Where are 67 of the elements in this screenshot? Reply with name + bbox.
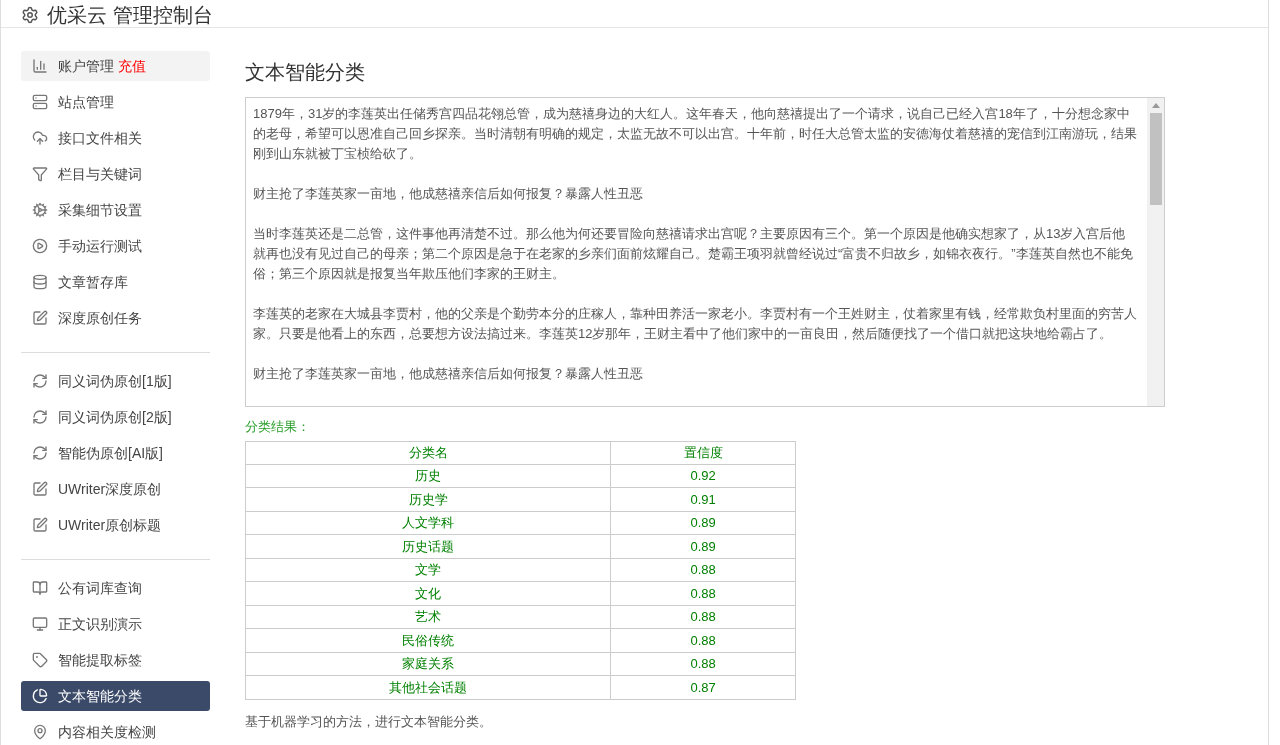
table-cell: 0.92 (610, 464, 796, 488)
description-text: 基于机器学习的方法，进行文本智能分类。 (245, 712, 493, 731)
table-cell: 历史 (245, 464, 611, 488)
table-cell: 历史话题 (245, 534, 611, 558)
filter-icon (32, 166, 48, 182)
table-cell: 0.89 (610, 511, 796, 535)
sidebar-item[interactable]: UWriter原创标题 (21, 510, 210, 540)
sidebar-item[interactable]: 站点管理 (21, 87, 210, 117)
table-cell: 0.88 (610, 581, 796, 605)
refresh-icon (32, 445, 48, 461)
pin-icon (32, 724, 48, 740)
sidebar-item[interactable]: 文本智能分类 (21, 681, 210, 711)
sidebar-item[interactable]: 同义词伪原创[2版] (21, 402, 210, 432)
table-cell: 历史学 (245, 487, 611, 511)
refresh-icon (32, 373, 48, 389)
scrollbar[interactable] (1147, 98, 1164, 406)
tag-icon (32, 652, 48, 668)
sidebar-item[interactable]: 文章暂存库 (21, 267, 210, 297)
gears-icon (32, 202, 48, 218)
column-header: 分类名 (245, 441, 611, 464)
table-cell: 文学 (245, 558, 611, 582)
sidebar-item[interactable]: 采集细节设置 (21, 195, 210, 225)
server-icon (32, 94, 48, 110)
table-cell: 民俗传统 (245, 628, 611, 652)
database-icon (32, 274, 48, 290)
sidebar-item[interactable]: 栏目与关键词 (21, 159, 210, 189)
edit-icon (32, 517, 48, 533)
table-cell: 其他社会话题 (245, 675, 611, 699)
edit-icon (32, 310, 48, 326)
table-cell: 0.88 (610, 558, 796, 582)
text-area[interactable]: 1879年，31岁的李莲英出任储秀宫四品花翎总管，成为慈禧身边的大红人。这年春天，他向慈禧提出了一个请求，说自己已经入宫18年了，十分想念家中的老母，希望可以恩准自己回乡探亲。当时清朝有明确的规定，太监无故不可以出宫。十年前，时任大总管太监的安德海仗着慈禧的宠信到江南游玩，结果刚到山东就被丁宝桢给砍了。 财主抢了李莲英家一亩地，他成慈禧亲信后如何报复？暴露人性丑恶 当时李莲英还是二总管，这件事他再清楚不过。那么他为何还要冒险向慈禧请求出宫呢？主要原因有三个。第一个原因是他确实想家了，从13岁入宫后他就再也没有见过自己的母亲；第二个原因是急于在老家的乡亲们面前炫耀自己。楚霸王项羽就曾经说过“富贵不归故乡，如锦衣夜行。”李莲英自然也不能免俗；第三个原因就是报复当年欺压他们李家的王财主。 李莲英的老家在大城县李贾村，他的父亲是个勤劳本分的庄稼人，靠种田养活一家老小。李贾村有一个王姓财主，仗着家里有钱，经常欺负村里面的穷苦人家。只要是他看上的东西，总要想方设法搞过来。李莲英12岁那年，王财主看中了他们家中的一亩良田，然后随便找了一个借口就把这块地给霸占了。 财主抢了李莲英家一亩地，他成慈禧亲信后如何报复？暴露人性丑恶 (245, 97, 1165, 407)
table-cell: 0.87 (610, 675, 796, 699)
table-cell: 0.88 (610, 605, 796, 629)
sidebar-item[interactable]: 接口文件相关 (21, 123, 210, 153)
scroll-thumb[interactable] (1149, 113, 1162, 205)
sidebar-item[interactable]: 内容相关度检测 (21, 717, 210, 745)
sidebar-item[interactable]: 智能伪原创[AI版] (21, 438, 210, 468)
settings-icon (21, 6, 39, 24)
table-cell: 0.91 (610, 487, 796, 511)
sidebar-item[interactable]: 手动运行测试 (21, 231, 210, 261)
sidebar-item[interactable]: 公有词库查询 (21, 573, 210, 603)
table-cell: 文化 (245, 581, 611, 605)
monitor-icon (32, 616, 48, 632)
app-title: 优采云 管理控制台 (47, 3, 213, 27)
sidebar-item[interactable]: 深度原创任务 (21, 303, 210, 333)
book-icon (32, 580, 48, 596)
table-cell: 人文学科 (245, 511, 611, 535)
table-cell: 0.88 (610, 652, 796, 676)
table-cell: 艺术 (245, 605, 611, 629)
table-cell: 0.89 (610, 534, 796, 558)
sidebar-item[interactable]: 同义词伪原创[1版] (21, 366, 210, 396)
sidebar-item[interactable]: 智能提取标签 (21, 645, 210, 675)
refresh-icon (32, 409, 48, 425)
sidebar-item[interactable]: UWriter深度原创 (21, 474, 210, 504)
table-cell: 家庭关系 (245, 652, 611, 676)
column-header: 置信度 (610, 441, 796, 464)
result-label: 分类结果： (245, 418, 311, 436)
bar-chart-icon (32, 58, 48, 74)
sidebar-item[interactable]: 正文识别演示 (21, 609, 210, 639)
pie-chart-icon (32, 688, 48, 704)
sidebar-item[interactable]: 账户管理 充值 (21, 51, 210, 81)
cloud-upload-icon (32, 130, 48, 146)
page-title: 文本智能分类 (245, 60, 366, 85)
table-cell: 0.88 (610, 628, 796, 652)
play-icon (32, 238, 48, 254)
edit-icon (32, 481, 48, 497)
scroll-up-icon[interactable] (1151, 103, 1160, 108)
